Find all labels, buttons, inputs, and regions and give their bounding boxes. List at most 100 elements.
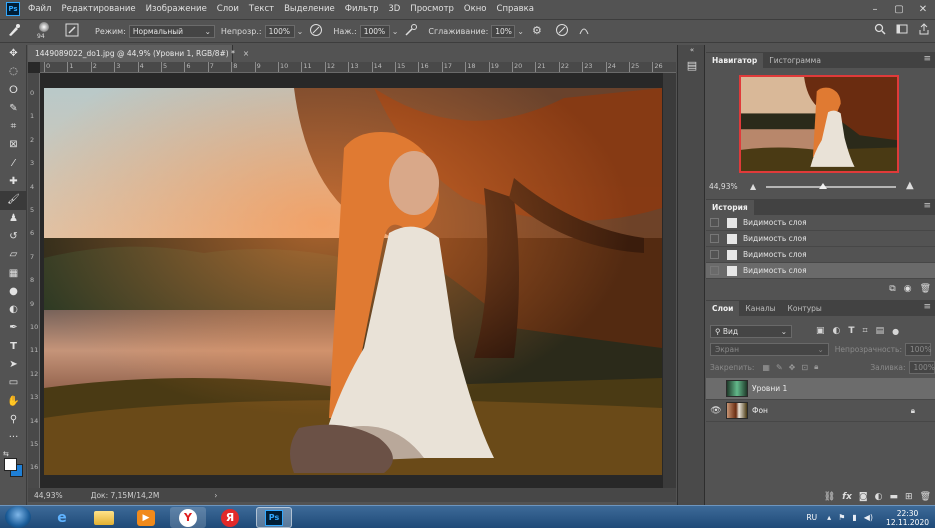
history-checkbox[interactable] [710, 266, 719, 275]
crop-tool-icon[interactable]: ⌗ [0, 118, 27, 136]
panel-menu-icon[interactable]: ≡ [923, 201, 931, 211]
filter-pixel-icon[interactable]: ▣ [816, 326, 825, 336]
history-item[interactable]: Видимость слоя [706, 247, 935, 263]
eraser-tool-icon[interactable]: ▱ [0, 246, 27, 264]
navigator-zoom-slider[interactable] [766, 186, 896, 188]
photoshop-logo-icon[interactable]: Ps [6, 2, 20, 16]
canvas-image[interactable] [44, 88, 662, 475]
path-select-tool-icon[interactable]: ➤ [0, 356, 27, 374]
zoom-out-icon[interactable]: ▲ [750, 182, 756, 191]
move-tool-icon[interactable]: ✥ [0, 45, 27, 63]
layer-row[interactable]: · Уровни 1 [706, 378, 935, 400]
zoom-tool-icon[interactable]: ⚲ [0, 411, 27, 429]
history-checkbox[interactable] [710, 250, 719, 259]
share-icon[interactable] [916, 23, 932, 39]
delete-layer-icon[interactable]: 🗑︎ [920, 492, 931, 502]
close-icon[interactable]: ✕ [911, 4, 935, 15]
yandex-browser-icon[interactable]: Я [212, 507, 248, 528]
quick-select-tool-icon[interactable]: ✎ [0, 100, 27, 118]
lock-artboard-icon[interactable]: ⊡ [801, 363, 808, 372]
tab-navigator[interactable]: Навигатор [706, 53, 764, 68]
yandex-icon[interactable]: Y [170, 507, 206, 528]
start-button-icon[interactable] [5, 506, 31, 528]
document-tab[interactable]: 1449089022_do1.jpg @ 44,9% (Уровни 1, RG… [28, 45, 249, 62]
history-checkbox[interactable] [710, 218, 719, 227]
menu-file[interactable]: Файл [28, 4, 51, 14]
navigator-zoom-value[interactable]: 44,93% [709, 182, 738, 191]
history-brush-tool-icon[interactable]: ↺ [0, 228, 27, 246]
ie-icon[interactable]: e [44, 507, 80, 528]
action-center-flag-icon[interactable]: ⚑ [838, 513, 845, 522]
link-layers-icon[interactable]: ⛓︎ [824, 492, 835, 502]
gear-icon[interactable]: ⚙ [529, 23, 545, 39]
properties-panel-icon[interactable]: ▤ [678, 55, 706, 77]
fill-field[interactable]: 100% [908, 360, 935, 374]
menu-window[interactable]: Окно [464, 4, 487, 14]
network-icon[interactable]: ▮ [852, 513, 856, 522]
marquee-tool-icon[interactable]: ◌ [0, 63, 27, 81]
minimize-icon[interactable]: – [863, 4, 887, 15]
foreground-color-swatch[interactable] [4, 457, 17, 471]
status-zoom[interactable]: 44,93% [34, 491, 63, 500]
delete-icon[interactable]: 🗑︎ [920, 284, 931, 294]
frame-tool-icon[interactable]: ⊠ [0, 136, 27, 154]
tab-histogram[interactable]: Гистограмма [763, 53, 827, 68]
tab-paths[interactable]: Контуры [782, 301, 828, 316]
layer-filter-select[interactable]: ⚲ Вид ⌄ [710, 324, 792, 338]
language-indicator[interactable]: RU [806, 513, 817, 522]
clock[interactable]: 22:30 12.11.2020 [886, 509, 929, 527]
lock-pixels-icon[interactable]: ✎ [776, 363, 783, 372]
tab-channels[interactable]: Каналы [739, 301, 781, 316]
panel-menu-icon[interactable]: ≡ [923, 54, 931, 64]
menu-layers[interactable]: Слои [217, 4, 239, 14]
brush-settings-icon[interactable] [64, 23, 80, 39]
layer-row[interactable]: 👁︎ Фон 🔒︎ [706, 400, 935, 422]
navigator-preview[interactable] [739, 75, 899, 173]
navigator-zoom-knob[interactable] [819, 183, 827, 189]
lock-all-icon[interactable]: 🔒︎ [814, 362, 818, 372]
chevron-down-icon[interactable]: ⌄ [297, 27, 304, 36]
eyedropper-tool-icon[interactable]: ⁄ [0, 155, 27, 173]
new-document-from-state-icon[interactable]: ⧉ [889, 284, 895, 294]
ruler-horizontal[interactable]: 0 1 2 3 4 5 6 7 8 9 10 11 12 13 14 15 16 17 18 19 20 21 22 23 24… [40, 62, 676, 73]
color-swatches[interactable]: ⇆ [0, 448, 26, 488]
collapse-dock-icon[interactable]: « [678, 45, 706, 55]
layer-opacity-field[interactable]: 100% [905, 342, 931, 356]
snapshot-icon[interactable]: ◉ [904, 284, 912, 294]
menu-help[interactable]: Справка [497, 4, 534, 14]
volume-icon[interactable]: ◀) [864, 513, 873, 522]
tray-expand-icon[interactable]: ▴ [827, 513, 831, 522]
menu-edit[interactable]: Редактирование [61, 4, 135, 14]
flow-field[interactable]: 100% [359, 24, 390, 38]
smoothing-field[interactable]: 10% [491, 24, 516, 38]
chevron-down-icon[interactable]: ⌄ [517, 27, 524, 36]
ruler-vertical[interactable]: 01234567891011121314151617 [28, 73, 40, 495]
history-checkbox[interactable] [710, 234, 719, 243]
workspace-icon[interactable] [894, 23, 910, 39]
lock-transparent-icon[interactable]: ▦ [762, 363, 770, 372]
filter-adjustment-icon[interactable]: ◐ [833, 326, 841, 336]
symmetry-icon[interactable] [576, 23, 592, 39]
new-adjustment-icon[interactable]: ◐ [875, 492, 883, 502]
tab-layers[interactable]: Слои [706, 301, 740, 316]
lasso-tool-icon[interactable]: ⵔ [0, 82, 27, 100]
history-item[interactable]: Видимость слоя [706, 215, 935, 231]
type-tool-icon[interactable]: T [0, 338, 27, 356]
add-mask-icon[interactable]: ◙ [859, 492, 868, 502]
filter-smart-icon[interactable]: ▤ [876, 326, 885, 336]
gradient-tool-icon[interactable]: ▦ [0, 265, 27, 283]
pressure-opacity-icon[interactable] [308, 23, 324, 39]
vertical-scrollbar[interactable] [663, 73, 676, 488]
filter-type-icon[interactable]: T [848, 326, 854, 336]
lock-position-icon[interactable]: ✥ [789, 363, 796, 372]
new-layer-icon[interactable]: ⊞ [905, 492, 913, 502]
layer-name[interactable]: Фон [752, 406, 768, 415]
blend-mode-select[interactable]: Экран ⌄ [710, 342, 829, 356]
new-group-icon[interactable]: ▬ [890, 492, 899, 502]
brush-tool-icon[interactable]: 🖌︎ [0, 191, 27, 210]
mode-select[interactable]: Нормальный ⌄ [128, 24, 215, 38]
swap-colors-icon[interactable]: ⇆ [3, 450, 9, 458]
history-item-selected[interactable]: Видимость слоя [706, 263, 935, 279]
filter-shape-icon[interactable]: ⌗ [863, 326, 868, 336]
brush-size-picker[interactable]: 94 [33, 21, 61, 41]
